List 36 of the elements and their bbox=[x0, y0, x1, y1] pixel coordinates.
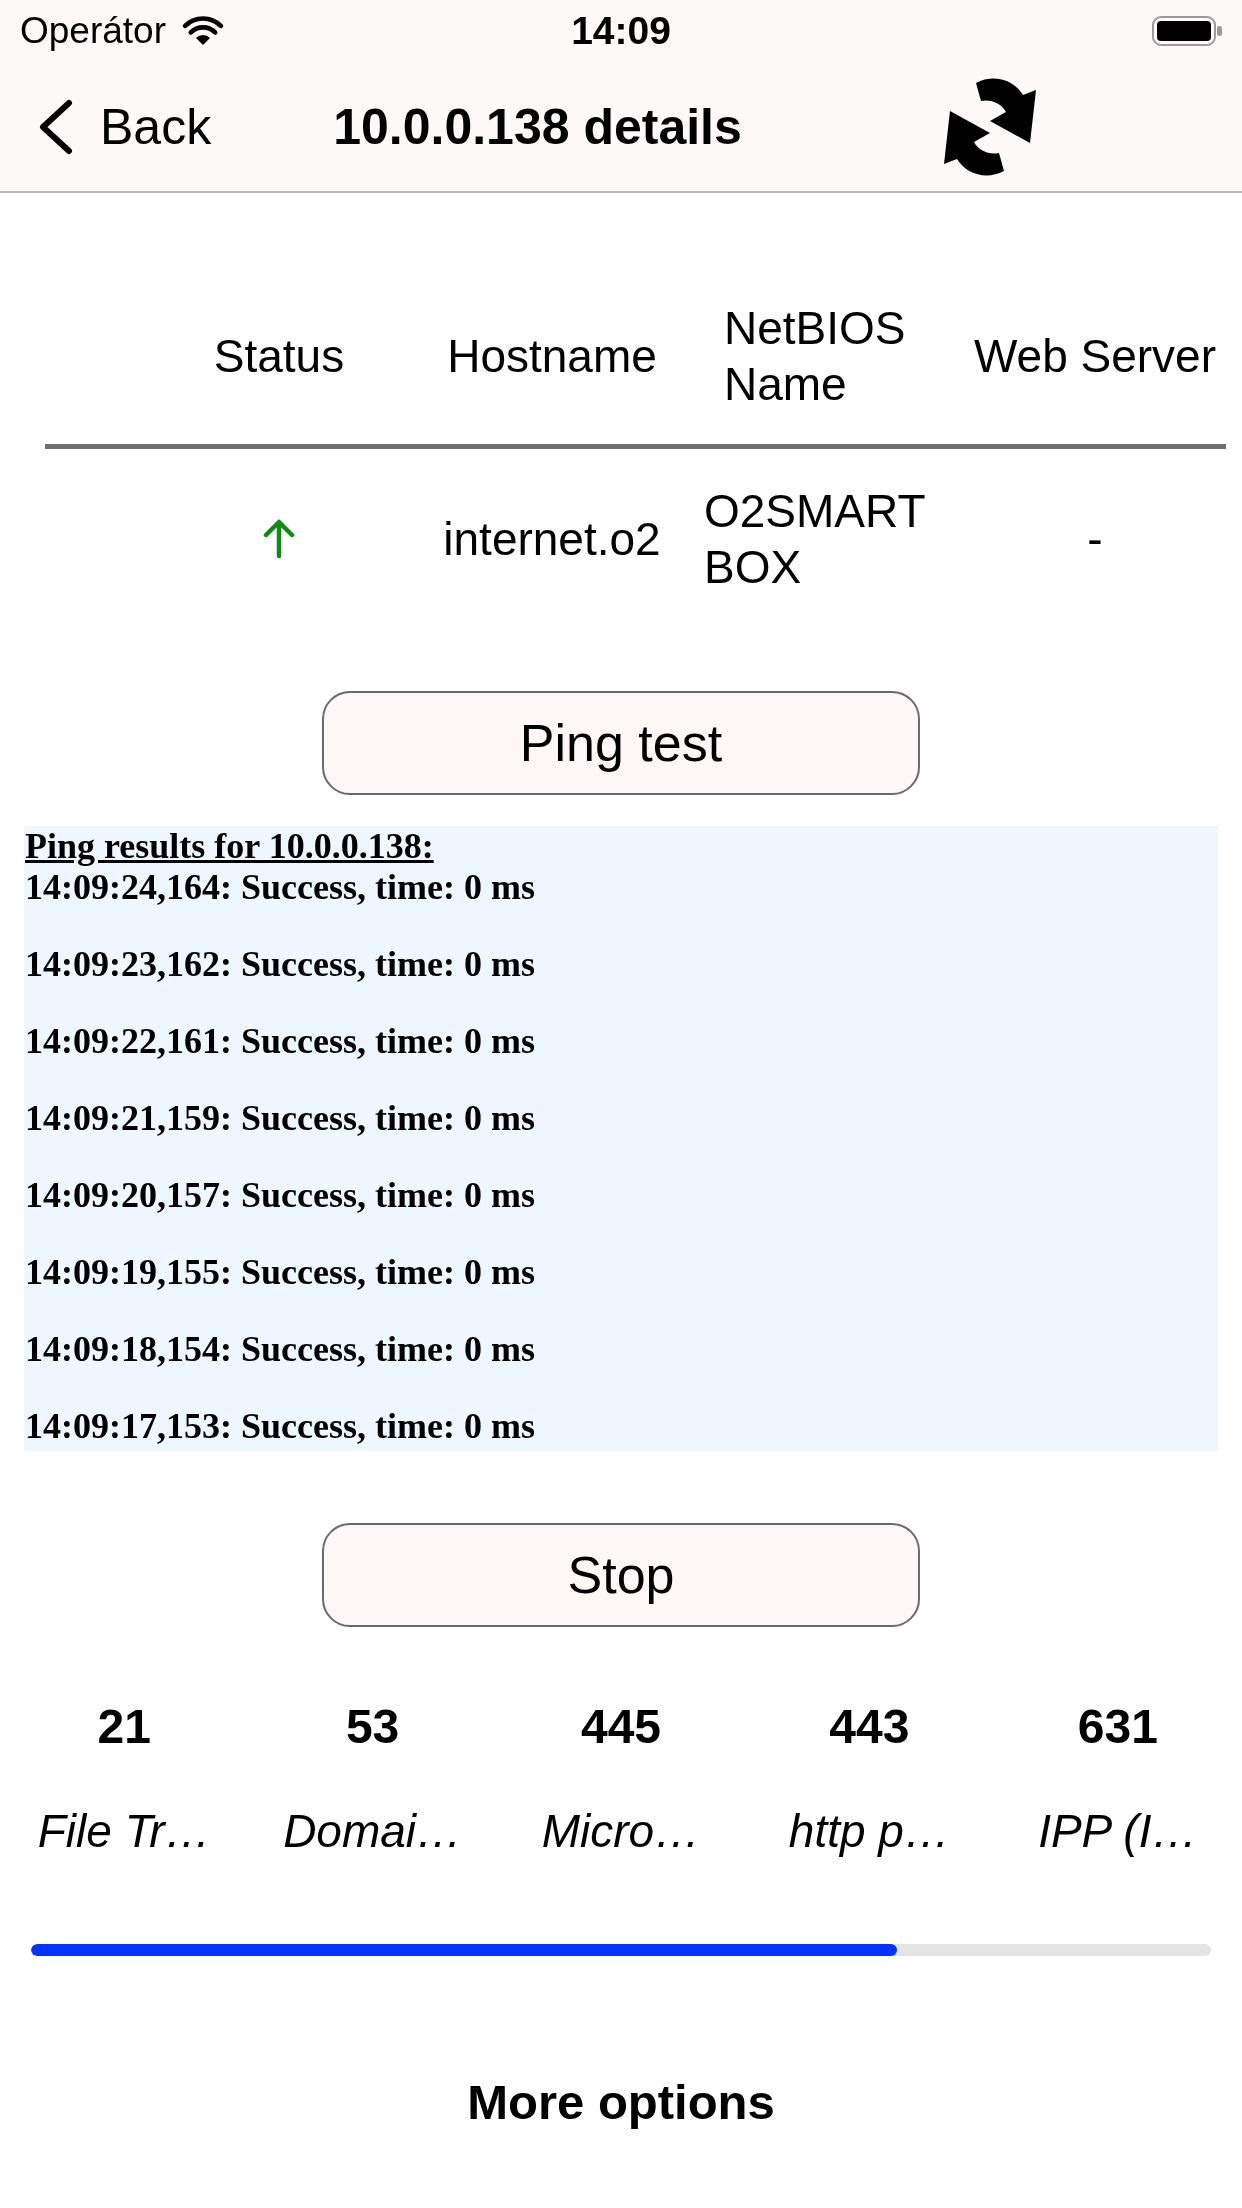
column-header: NetBIOS Name bbox=[724, 301, 906, 412]
ping-result-line: 14:09:19,155: Success, time: 0 ms bbox=[25, 1252, 535, 1293]
ping-result-line: 14:09:23,162: Success, time: 0 ms bbox=[25, 944, 535, 985]
ping-result-line: 14:09:20,157: Success, time: 0 ms bbox=[25, 1175, 535, 1216]
port-number: 21 bbox=[97, 1699, 151, 1755]
more-options-button[interactable]: More options bbox=[467, 2062, 775, 2142]
column-header: Web Server bbox=[974, 329, 1216, 384]
column-header: Hostname bbox=[447, 329, 657, 384]
ping-result-line: 14:09:22,161: Success, time: 0 ms bbox=[25, 1021, 535, 1062]
port-service-name: Domai… bbox=[283, 1804, 463, 1859]
ping-result-line: 14:09:18,154: Success, time: 0 ms bbox=[25, 1329, 535, 1370]
ping-result-line: 14:09:24,164: Success, time: 0 ms bbox=[25, 867, 535, 908]
ping-result-line: 14:09:17,153: Success, time: 0 ms bbox=[25, 1406, 535, 1447]
port-number: 53 bbox=[345, 1699, 400, 1755]
carrier-name: Operátor bbox=[20, 9, 166, 53]
table-cell-text: internet.o2 bbox=[443, 512, 661, 567]
port-service-name: IPP (I… bbox=[1038, 1804, 1198, 1859]
ping-results-title: Ping results for 10.0.0.138: bbox=[25, 826, 434, 867]
port-service-name: Micro… bbox=[541, 1804, 701, 1859]
port-number: 443 bbox=[829, 1699, 910, 1755]
ping-test-button[interactable]: Ping test bbox=[322, 691, 920, 795]
stop-button[interactable]: Stop bbox=[322, 1523, 920, 1627]
page-title: 10.0.0.138 details bbox=[333, 97, 742, 157]
table-cell-text: - bbox=[1087, 512, 1103, 567]
port-number: 631 bbox=[1077, 1699, 1158, 1755]
column-header: Status bbox=[213, 329, 345, 384]
ping-result-line: 14:09:21,159: Success, time: 0 ms bbox=[25, 1098, 535, 1139]
wifi-icon bbox=[182, 16, 224, 46]
clock-time: 14:09 bbox=[571, 9, 671, 53]
port-service-name: File Tr… bbox=[37, 1804, 211, 1859]
port-service-name: http p… bbox=[788, 1804, 950, 1859]
chevron-left-icon bbox=[38, 98, 74, 155]
battery-icon bbox=[1152, 16, 1222, 46]
back-button[interactable]: Back bbox=[38, 96, 212, 157]
port-number: 445 bbox=[580, 1699, 662, 1755]
table-cell-text: O2SMART BOX bbox=[704, 484, 925, 595]
